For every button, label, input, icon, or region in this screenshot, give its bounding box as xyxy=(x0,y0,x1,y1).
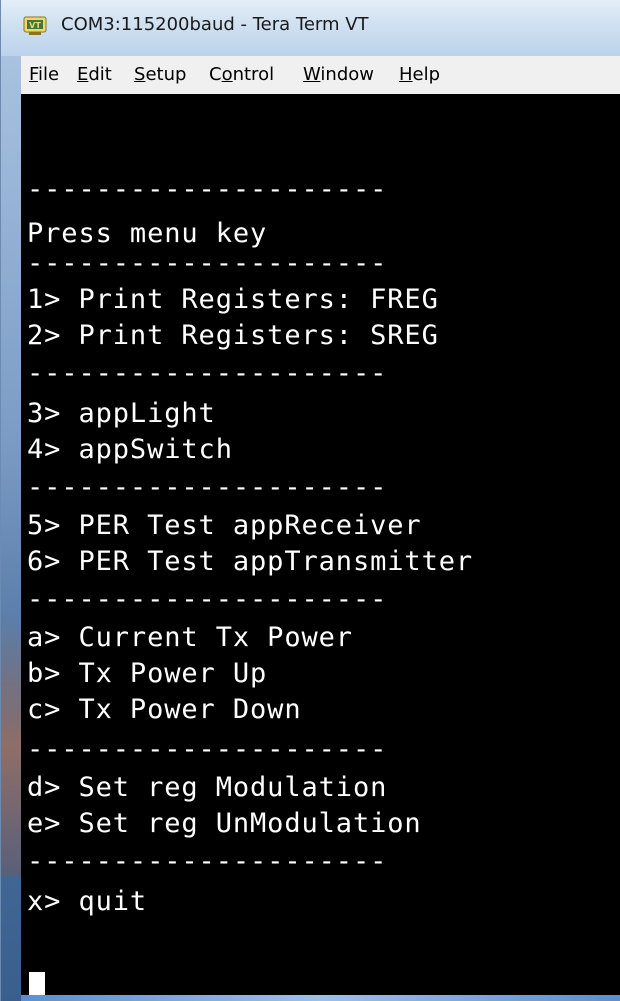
menu-file-rest: ile xyxy=(38,64,60,85)
terminal-line: 2> Print Registers: SREG xyxy=(27,320,439,351)
svg-text:VT: VT xyxy=(29,21,41,30)
terminal-line: 1> Print Registers: FREG xyxy=(27,284,439,315)
menu-control-rest: ntrol xyxy=(232,64,275,85)
menu-control-mnemonic: o xyxy=(221,64,233,85)
menu-control-first: C xyxy=(209,64,222,85)
terminal-line: --------------------- xyxy=(27,584,388,615)
window-title: COM3:115200baud - Tera Term VT xyxy=(61,14,369,35)
menu-setup[interactable]: Setup xyxy=(134,64,186,85)
terminal-line: --------------------- xyxy=(27,358,388,389)
terminal-line: Press menu key xyxy=(27,218,268,249)
menu-window[interactable]: Window xyxy=(303,64,374,85)
terminal-line: 5> PER Test appReceiver xyxy=(27,510,422,541)
menu-window-mnemonic: W xyxy=(303,64,321,85)
terminal-line: d> Set reg Modulation xyxy=(27,772,388,803)
window-bottom-edge xyxy=(21,995,620,1001)
menu-help-rest: elp xyxy=(412,64,441,85)
menu-file[interactable]: File xyxy=(29,64,59,85)
terminal-line: 4> appSwitch xyxy=(27,434,233,465)
terminal-line: --------------------- xyxy=(27,248,388,279)
terminal-line: 6> PER Test appTransmitter xyxy=(27,546,474,577)
window-left-frame xyxy=(1,56,21,1001)
terminal-line: --------------------- xyxy=(27,174,388,205)
menu-edit-mnemonic: E xyxy=(77,64,89,85)
menu-edit[interactable]: Edit xyxy=(77,64,112,85)
terminal-line: --------------------- xyxy=(27,734,388,765)
terminal-screen[interactable]: --------------------- Press menu key ---… xyxy=(21,94,620,1001)
menu-window-rest: indow xyxy=(320,64,374,85)
menu-edit-rest: dit xyxy=(88,64,112,85)
terminal-line: e> Set reg UnModulation xyxy=(27,808,422,839)
menu-help[interactable]: Help xyxy=(399,64,440,85)
terminal-line: c> Tx Power Down xyxy=(27,694,302,725)
terminal-line: --------------------- xyxy=(27,472,388,503)
tera-term-window: VT COM3:115200baud - Tera Term VT File E… xyxy=(0,0,620,1001)
tera-term-app-icon[interactable]: VT xyxy=(23,15,47,37)
menu-bar: File Edit Setup Control Window Help xyxy=(21,56,620,95)
terminal-line: 3> appLight xyxy=(27,398,216,429)
terminal-line: --------------------- xyxy=(27,846,388,877)
menu-help-mnemonic: H xyxy=(399,64,413,85)
terminal-line: b> Tx Power Up xyxy=(27,658,268,689)
title-bar[interactable]: VT COM3:115200baud - Tera Term VT xyxy=(1,0,620,56)
menu-setup-rest: etup xyxy=(145,64,187,85)
terminal-line: x> quit xyxy=(27,886,148,917)
terminal-line: a> Current Tx Power xyxy=(27,622,353,653)
menu-setup-mnemonic: S xyxy=(134,64,146,85)
menu-file-mnemonic: F xyxy=(29,64,39,85)
menu-control[interactable]: Control xyxy=(209,64,274,85)
